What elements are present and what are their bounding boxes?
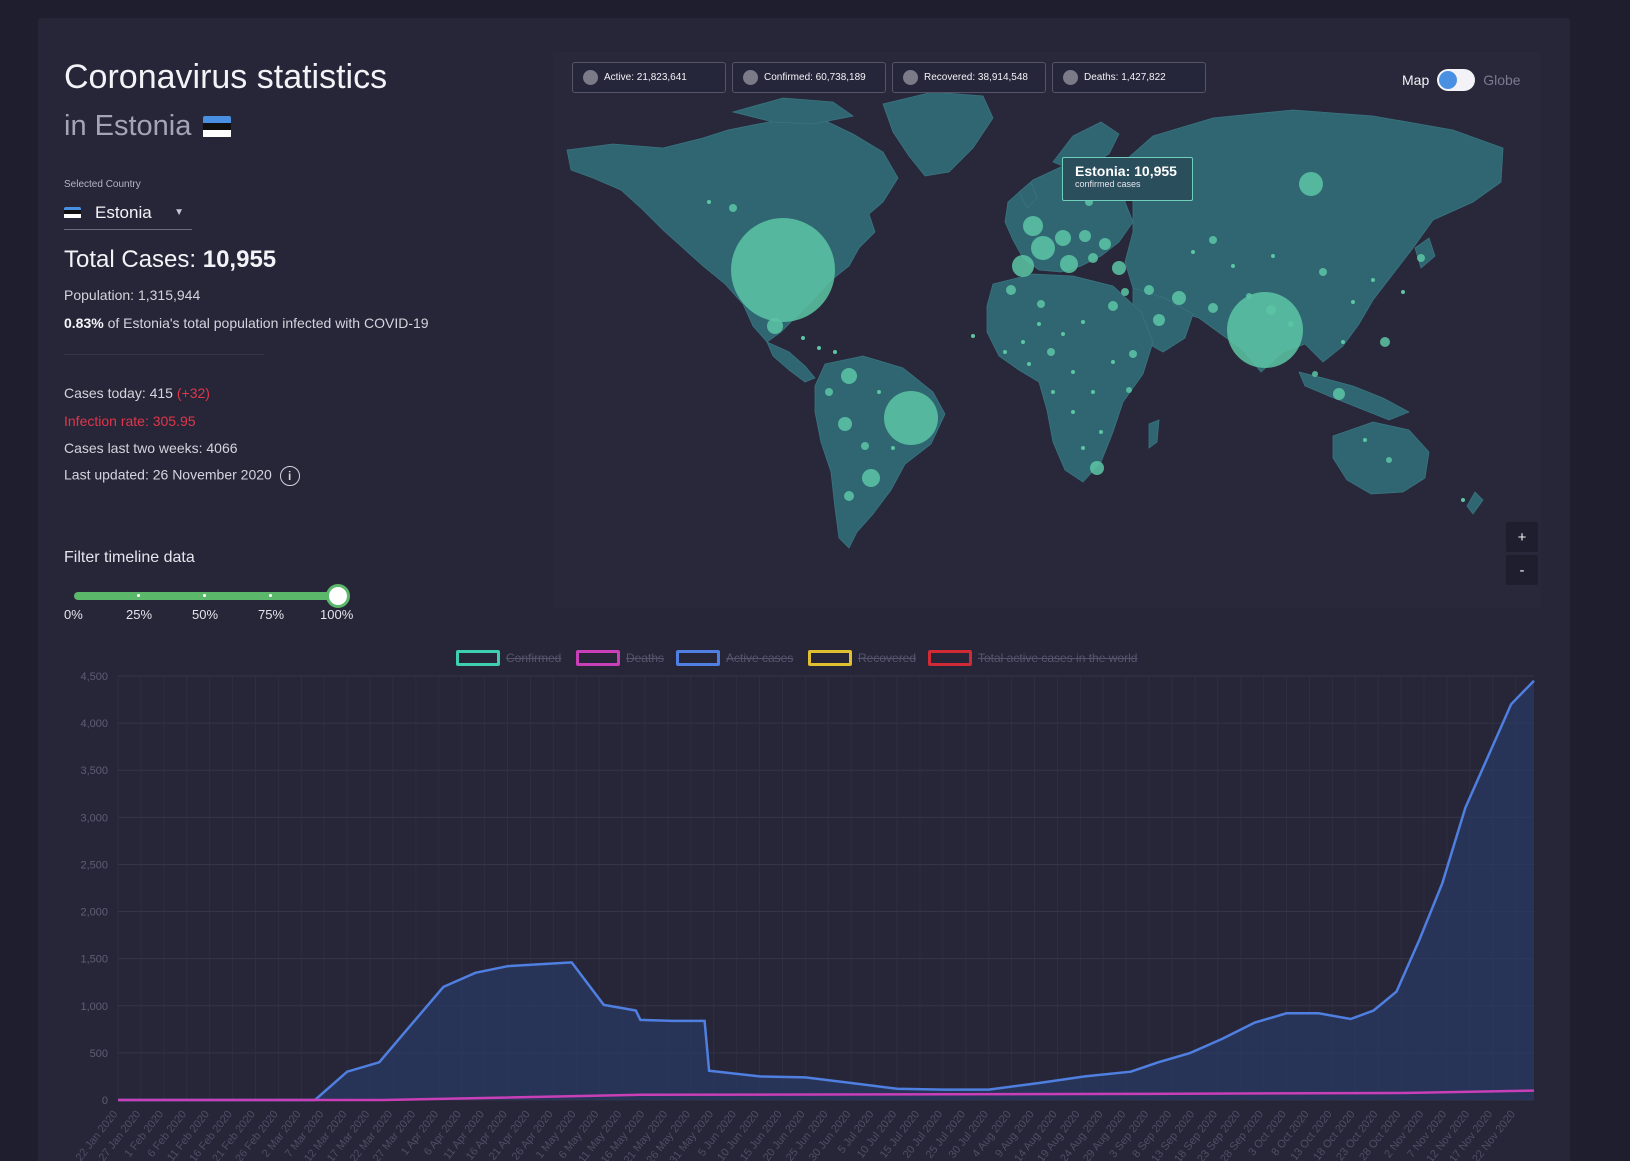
y-tick-label: 2,000	[80, 907, 108, 919]
y-tick-label: 4,000	[80, 718, 108, 730]
y-tick-label: 3,500	[80, 765, 108, 777]
y-tick-label: 4,500	[80, 671, 108, 683]
y-tick-label: 0	[102, 1095, 108, 1107]
y-tick-label: 500	[90, 1048, 108, 1060]
y-tick-label: 3,000	[80, 812, 108, 824]
y-tick-label: 1,500	[80, 954, 108, 966]
timeline-chart[interactable]: 0 500 1,000 1,500 2,000 2,500 3,000 3,500 4,000 4…	[0, 0, 1630, 1161]
y-tick-label: 1,000	[80, 1001, 108, 1013]
y-tick-label: 2,500	[80, 859, 108, 871]
active-cases-area	[118, 680, 1534, 1100]
